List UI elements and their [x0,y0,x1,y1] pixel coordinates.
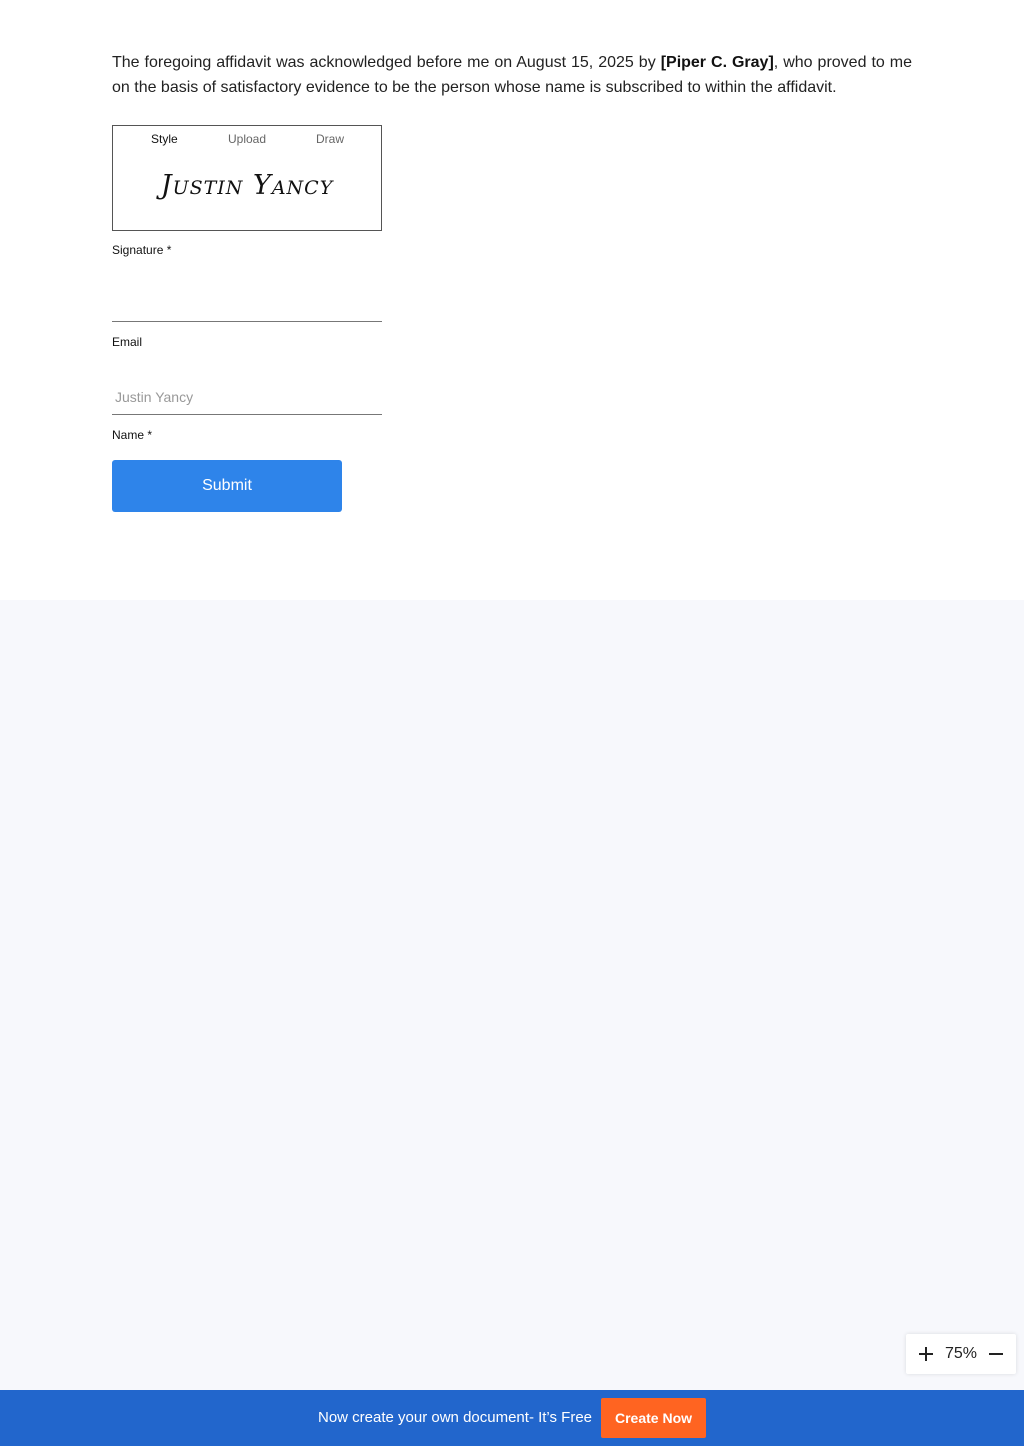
signature-tabs: Style Upload Draw [113,132,381,148]
create-now-button[interactable]: Create Now [601,1398,706,1438]
zoom-control: 75% [906,1334,1016,1374]
signature-box[interactable]: Style Upload Draw Justin Yancy [112,125,382,231]
plus-icon [919,1347,933,1361]
signer-name: [Piper C. Gray] [660,54,774,71]
paragraph-text-before: The foregoing affidavit was acknowledged… [112,54,661,71]
submit-button[interactable]: Submit [112,460,342,512]
minus-icon [989,1353,1003,1355]
promo-bar: Now create your own document- It’s Free … [0,1390,1024,1446]
zoom-level: 75% [944,1345,978,1362]
zoom-out-button[interactable] [986,1344,1006,1364]
name-label: Name * [112,428,153,442]
tab-draw[interactable]: Draw [316,132,344,146]
email-field[interactable] [112,379,382,415]
promo-text: Now create your own document- It’s Free [318,1409,593,1426]
tab-style[interactable]: Style [151,132,178,146]
tab-upload[interactable]: Upload [228,132,266,146]
signature-field[interactable] [112,286,382,322]
email-label: Email [112,335,143,349]
document-page: The foregoing affidavit was acknowledged… [0,0,1024,600]
signature-label: Signature * [112,243,172,257]
styled-signature: Justin Yancy [160,170,334,201]
zoom-in-button[interactable] [916,1344,936,1364]
affidavit-paragraph: The foregoing affidavit was acknowledged… [112,50,912,100]
